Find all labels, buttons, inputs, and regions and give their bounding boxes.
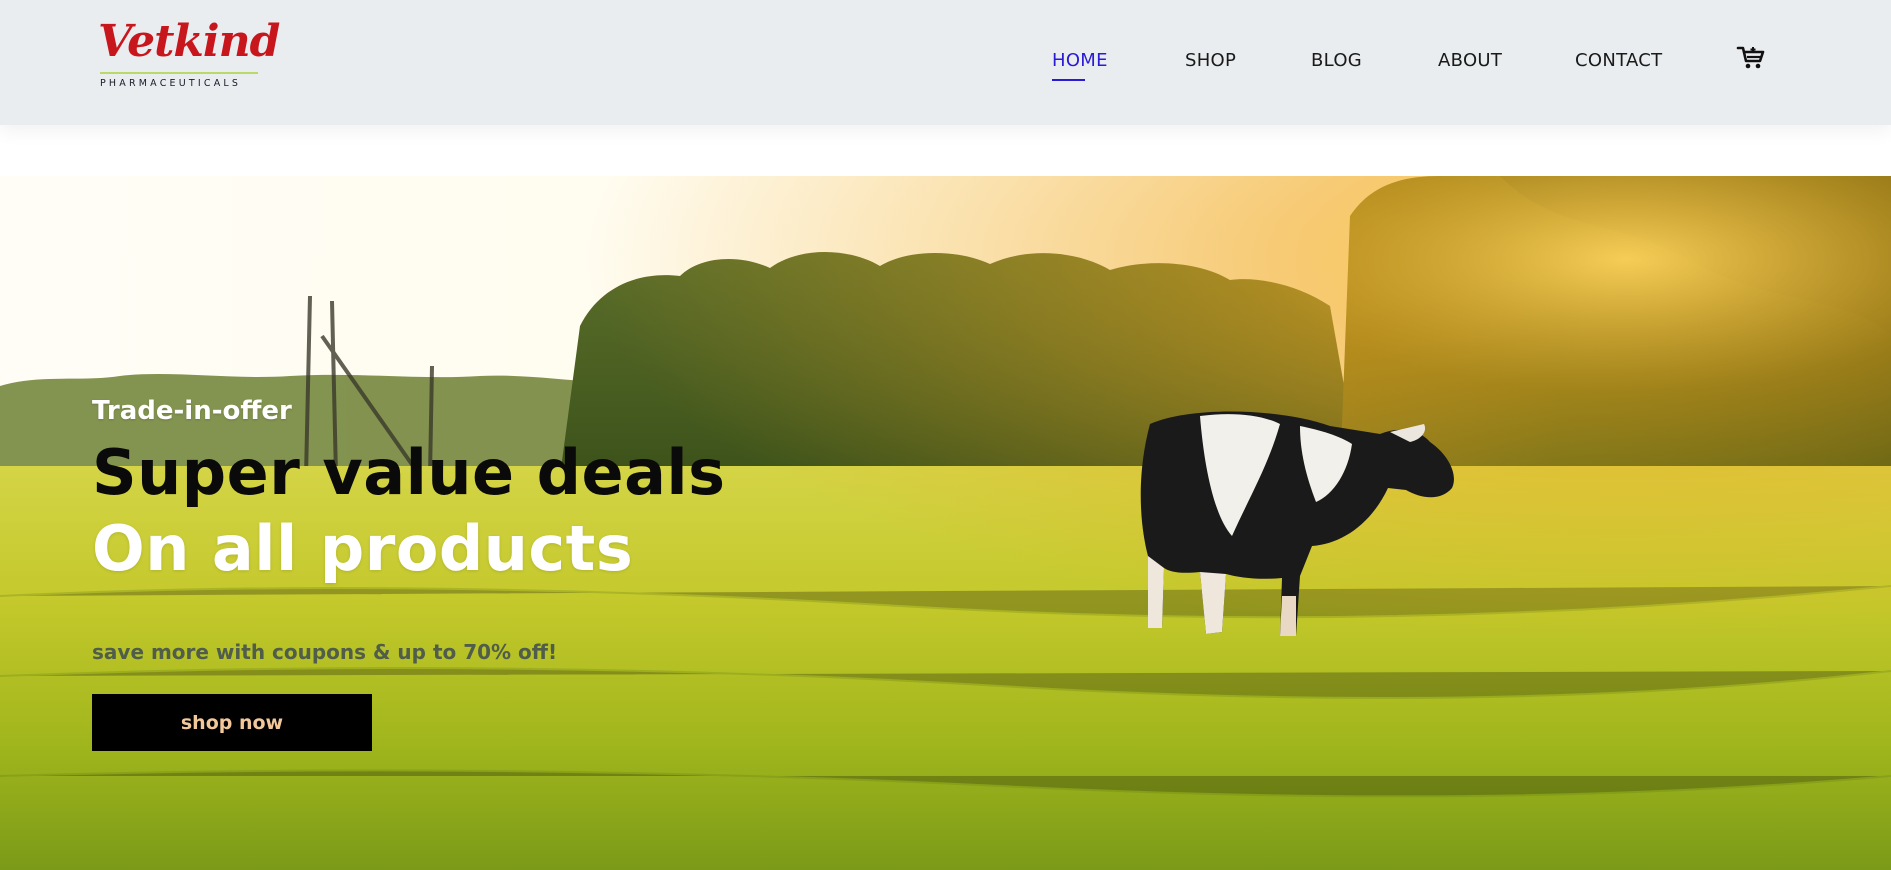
hero-headline-line2: On all products [92,512,634,585]
hero-banner: Trade-in-offer Super value deals On all … [0,176,1891,870]
nav-item-about[interactable]: ABOUT [1438,50,1502,71]
nav-item-label: SHOP [1185,50,1237,71]
shopping-cart-icon [1736,46,1765,69]
logo-wordmark: Vetkind [98,16,280,67]
logo-tagline: PHARMACEUTICALS [100,78,242,89]
shop-now-button[interactable]: shop now [92,694,372,751]
nav-item-label: BLOG [1311,50,1363,71]
nav-item-home[interactable]: HOME [1052,50,1108,81]
brand-logo[interactable]: Vetkind PHARMACEUTICALS [96,20,280,92]
hero-kicker: Trade-in-offer [92,396,292,426]
nav-item-label: HOME [1052,50,1108,71]
nav-item-shop[interactable]: SHOP [1185,50,1236,71]
hero-headline-line1: Super value deals [92,436,726,509]
site-header: Vetkind PHARMACEUTICALS HOME SHOP BLOG A… [0,0,1891,125]
nav-item-blog[interactable]: BLOG [1311,50,1362,71]
nav-active-underline [1052,79,1085,81]
nav-item-contact[interactable]: CONTACT [1575,50,1662,71]
logo-divider [100,72,258,74]
nav-item-label: CONTACT [1575,50,1663,71]
hero-subtext: save more with coupons & up to 70% off! [92,640,558,664]
nav-item-label: ABOUT [1438,50,1503,71]
cart-button[interactable] [1736,44,1766,72]
